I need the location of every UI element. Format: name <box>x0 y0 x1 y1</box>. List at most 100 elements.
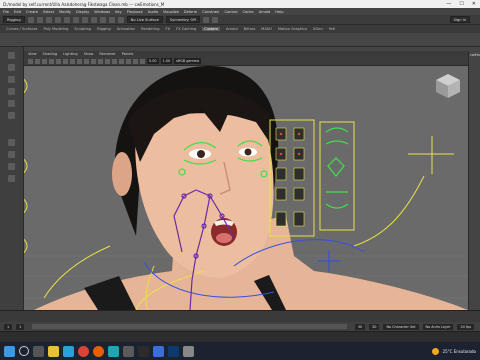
color-space-field[interactable]: sRGB gamma <box>174 58 202 64</box>
textured-icon[interactable] <box>84 58 89 64</box>
menu-audio[interactable]: Audio <box>148 10 158 14</box>
menu-edit[interactable]: Edit <box>14 10 21 14</box>
depth-of-field-icon[interactable] <box>119 58 124 64</box>
app-icon-2[interactable] <box>138 345 149 357</box>
app-icon-4[interactable] <box>183 345 194 357</box>
weather-text[interactable]: 25°C Ensolarado <box>443 349 476 354</box>
anti-aliasing-icon[interactable] <box>112 58 117 64</box>
render-icon[interactable] <box>202 16 209 23</box>
viewport-3d[interactable] <box>24 66 468 310</box>
edge-icon[interactable] <box>63 345 74 357</box>
shelf-tab[interactable]: Sculpting <box>74 27 91 31</box>
new-scene-icon[interactable] <box>27 16 34 23</box>
close-button[interactable]: ✕ <box>472 1 476 7</box>
resolution-gate-icon[interactable] <box>63 58 68 64</box>
ipr-render-icon[interactable] <box>211 16 218 23</box>
menu-file[interactable]: File <box>3 10 9 14</box>
menu-display[interactable]: Display <box>76 10 89 14</box>
shelf-tab[interactable]: Motion Graphics <box>278 27 307 31</box>
panel-menu-show[interactable]: Show <box>84 52 94 56</box>
isolate-select-icon[interactable] <box>126 58 131 64</box>
smooth-shade-icon[interactable] <box>77 58 82 64</box>
shadows-icon[interactable] <box>98 58 103 64</box>
panel-menu-renderer[interactable]: Renderer <box>99 52 115 56</box>
menu-control[interactable]: Control <box>224 10 237 14</box>
wireframe-icon[interactable] <box>70 58 75 64</box>
select-hierarchy-icon[interactable] <box>72 16 79 23</box>
save-scene-icon[interactable] <box>45 16 52 23</box>
panel-menu-view[interactable]: View <box>28 52 37 56</box>
range-start-field[interactable]: 1 <box>16 323 25 330</box>
panel-menu-lighting[interactable]: Lighting <box>63 52 78 56</box>
layout-four-icon[interactable] <box>8 151 15 158</box>
attribute-editor[interactable]: cwEmo <box>468 51 480 310</box>
shelf-tab[interactable]: MASH <box>261 27 272 31</box>
lasso-tool-icon[interactable] <box>8 64 15 71</box>
snap-grid-icon[interactable] <box>99 16 106 23</box>
live-surface-field[interactable]: No Live Surface <box>126 16 163 23</box>
film-gate-icon[interactable] <box>56 58 61 64</box>
shelf-tab[interactable]: Yeti <box>329 27 335 31</box>
shelf-tab[interactable]: FX <box>166 27 171 31</box>
menu-select[interactable]: Select <box>43 10 54 14</box>
grid-icon[interactable] <box>49 58 54 64</box>
shelf-tab[interactable]: Rendering <box>141 27 159 31</box>
menu-help[interactable]: Help <box>275 10 283 14</box>
menu-create[interactable]: Create <box>26 10 38 14</box>
redo-icon[interactable] <box>63 16 70 23</box>
shelf-tab[interactable]: XGen <box>313 27 323 31</box>
view-cube[interactable] <box>436 74 460 98</box>
open-scene-icon[interactable] <box>36 16 43 23</box>
panel-menu-panels[interactable]: Panels <box>122 52 134 56</box>
paint-select-tool-icon[interactable] <box>8 76 15 83</box>
exposure-field[interactable]: 0.00 <box>147 58 159 64</box>
move-tool-icon[interactable] <box>8 88 15 95</box>
menu-constrain[interactable]: Constrain <box>202 10 219 14</box>
snap-curve-icon[interactable] <box>108 16 115 23</box>
menu-key[interactable]: Key <box>115 10 122 14</box>
menu-windows[interactable]: Windows <box>94 10 110 14</box>
start-time-field[interactable]: 1 <box>4 323 13 330</box>
minimize-button[interactable]: — <box>446 1 451 7</box>
select-component-icon[interactable] <box>90 16 97 23</box>
shelf-tab[interactable]: Arnold <box>226 27 238 31</box>
menu-modify[interactable]: Modify <box>59 10 71 14</box>
menu-playback[interactable]: Playback <box>127 10 143 14</box>
select-object-icon[interactable] <box>81 16 88 23</box>
range-end-field[interactable]: 30 <box>354 323 366 330</box>
sign-in-button[interactable]: Sign In <box>449 16 470 23</box>
menu-deform[interactable]: Deform <box>184 10 197 14</box>
layout-side-icon[interactable] <box>8 163 15 170</box>
snap-point-icon[interactable] <box>117 16 124 23</box>
app-icon-3[interactable] <box>153 345 164 357</box>
range-slider-bar[interactable] <box>32 324 347 329</box>
menu-arnold[interactable]: Arnold <box>259 10 271 14</box>
shelf-tab-active[interactable]: Custom <box>202 27 221 31</box>
panel-menu-shading[interactable]: Shading <box>43 52 58 56</box>
select-tool-icon[interactable] <box>8 52 15 59</box>
end-time-field[interactable]: 30 <box>369 323 380 330</box>
layout-single-icon[interactable] <box>8 139 15 146</box>
firefox-icon[interactable] <box>93 345 104 357</box>
shelf-tab[interactable]: Bifrost <box>244 27 256 31</box>
rotate-tool-icon[interactable] <box>8 100 15 107</box>
image-plane-icon[interactable] <box>42 58 47 64</box>
app-icon-1[interactable] <box>123 345 134 357</box>
shelf-tab[interactable]: Curves / Surfaces <box>6 27 38 31</box>
undo-icon[interactable] <box>54 16 61 23</box>
xray-joints-icon[interactable] <box>140 58 145 64</box>
chrome-icon[interactable] <box>78 345 89 357</box>
anim-layer-dropdown[interactable]: No Anim Layer <box>422 323 454 330</box>
layout-outliner-icon[interactable] <box>8 175 15 182</box>
menu-cache[interactable]: Cache <box>242 10 253 14</box>
xray-icon[interactable] <box>133 58 138 64</box>
camera-attributes-icon[interactable] <box>28 58 33 64</box>
gamma-field[interactable]: 1.00 <box>160 58 173 64</box>
lights-icon[interactable] <box>91 58 96 64</box>
search-icon[interactable] <box>19 346 29 356</box>
fps-dropdown[interactable]: 24 fps <box>457 323 474 330</box>
windows-start-icon[interactable] <box>4 345 15 357</box>
menu-set-dropdown[interactable]: Rigging <box>3 16 25 23</box>
maya-icon[interactable] <box>108 345 119 357</box>
shelf-tab[interactable]: Poly Modeling <box>44 27 69 31</box>
